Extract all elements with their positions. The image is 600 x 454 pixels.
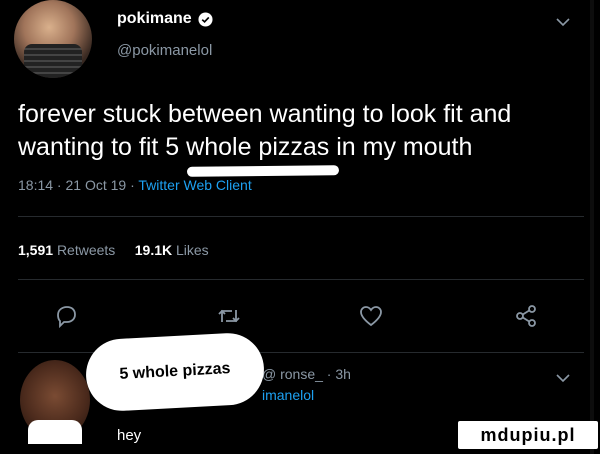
reply-icon[interactable]: [52, 302, 80, 330]
retweets-count[interactable]: 1,591: [18, 242, 53, 258]
retweet-icon[interactable]: [215, 302, 243, 330]
avatar-shirt: [24, 44, 82, 78]
avatar-shirt: [28, 420, 82, 444]
watermark-text: mdupiu.pl: [480, 424, 576, 445]
tweet-text: forever stuck between wanting to look fi…: [18, 100, 512, 161]
chevron-down-icon[interactable]: [552, 14, 574, 30]
reply-text: hey: [117, 427, 142, 444]
reply-avatar[interactable]: [20, 360, 90, 444]
display-name[interactable]: pokimane: [117, 10, 192, 28]
reply-author-meta[interactable]: @ ronse_ · 3h: [262, 366, 351, 382]
author-name-row[interactable]: pokimane: [117, 10, 213, 28]
author-handle[interactable]: @pokimanelol: [117, 42, 212, 59]
share-icon[interactable]: [512, 302, 540, 330]
retweets-label[interactable]: Retweets: [57, 242, 115, 258]
tweet-source[interactable]: Twitter Web Client: [138, 177, 251, 193]
divider: [18, 216, 584, 217]
watermark: mdupiu.pl: [458, 421, 598, 449]
caption-bubble: 5 whole pizzas: [84, 331, 266, 413]
replying-to[interactable]: imanelol: [262, 387, 314, 403]
edge-divider: [590, 0, 594, 454]
underline-scribble: [186, 165, 340, 177]
verified-icon: [198, 11, 213, 27]
profile-avatar[interactable]: [14, 0, 92, 78]
likes-label[interactable]: Likes: [176, 242, 209, 258]
tweet-timestamp[interactable]: 18:14 · 21 Oct 19 ·: [18, 177, 138, 193]
divider: [18, 279, 584, 280]
tweet-meta: 18:14 · 21 Oct 19 · Twitter Web Client: [18, 177, 252, 193]
likes-count[interactable]: 19.1K: [135, 242, 172, 258]
chevron-down-icon[interactable]: [552, 370, 574, 386]
like-icon[interactable]: [357, 302, 385, 330]
bubble-text: 5 whole pizzas: [119, 360, 231, 383]
tweet-actions: [0, 298, 600, 338]
tweet-stats: 1,591 Retweets 19.1K Likes: [18, 242, 209, 258]
